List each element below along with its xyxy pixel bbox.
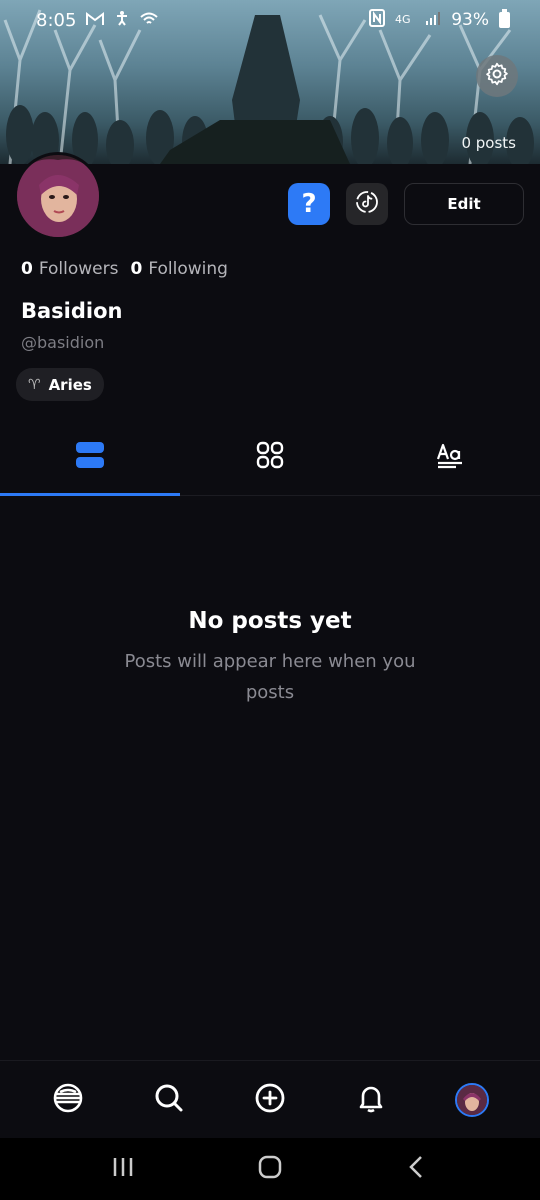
follow-stats: 0 Followers 0 Following — [21, 259, 228, 279]
settings-button[interactable] — [476, 55, 518, 97]
signal-icon — [425, 10, 441, 30]
list-view-icon — [75, 441, 105, 473]
post-count: 0 posts — [461, 134, 516, 152]
empty-state: No posts yet Posts will appear here when… — [0, 608, 540, 708]
battery-icon — [499, 9, 510, 28]
tab-text[interactable] — [360, 418, 540, 495]
content-tabs — [0, 418, 540, 496]
accessibility-icon — [114, 10, 130, 31]
bottom-navigation — [0, 1060, 540, 1138]
tiktok-link-button[interactable] — [346, 183, 388, 225]
following-link[interactable]: 0 Following — [130, 259, 227, 279]
followers-label: Followers — [38, 259, 119, 279]
svg-text:4G: 4G — [395, 13, 411, 25]
bell-icon — [355, 1082, 387, 1118]
aries-icon: ♈ — [28, 376, 41, 393]
clock-time: 8:05 — [36, 9, 77, 31]
followers-count: 0 — [21, 259, 33, 279]
search-icon — [153, 1082, 185, 1118]
create-icon — [254, 1082, 286, 1118]
profile-avatar[interactable] — [14, 152, 102, 240]
lte-icon: 4G — [395, 10, 415, 30]
following-label: Following — [148, 259, 228, 279]
nav-profile[interactable] — [442, 1070, 502, 1130]
home-icon — [52, 1082, 84, 1118]
tab-grid[interactable] — [180, 418, 360, 495]
text-posts-icon — [436, 441, 464, 473]
profile-avatar-small — [454, 1082, 489, 1117]
gear-icon — [484, 61, 510, 91]
nav-search[interactable] — [139, 1070, 199, 1130]
followers-link[interactable]: 0 Followers — [21, 259, 118, 279]
battery-percent: 93% — [451, 10, 489, 30]
profile-actions: ? Edit — [288, 183, 524, 225]
following-count: 0 — [130, 259, 143, 279]
empty-title: No posts yet — [188, 608, 352, 634]
status-bar: 8:05 4G 93% — [0, 0, 540, 40]
nav-create[interactable] — [240, 1070, 300, 1130]
nav-notifications[interactable] — [341, 1070, 401, 1130]
empty-subtitle: Posts will appear here when you posts — [124, 651, 416, 703]
nfc-icon — [369, 8, 386, 32]
grid-view-icon — [256, 441, 284, 473]
wifi-icon — [140, 10, 159, 31]
tiktok-icon — [355, 190, 379, 218]
nav-home[interactable] — [38, 1070, 98, 1130]
gmail-icon — [86, 10, 105, 31]
system-navigation-bar — [0, 1138, 540, 1200]
home-button[interactable] — [258, 1155, 282, 1183]
display-name: Basidion — [21, 299, 123, 323]
back-button[interactable] — [405, 1155, 429, 1183]
zodiac-badge[interactable]: ♈ Aries — [16, 368, 104, 401]
zodiac-label: Aries — [48, 375, 92, 394]
edit-profile-button[interactable]: Edit — [404, 183, 524, 225]
help-button[interactable]: ? — [288, 183, 330, 225]
tab-list[interactable] — [0, 418, 180, 496]
user-handle: @basidion — [21, 333, 105, 352]
recent-apps-button[interactable] — [111, 1156, 135, 1182]
